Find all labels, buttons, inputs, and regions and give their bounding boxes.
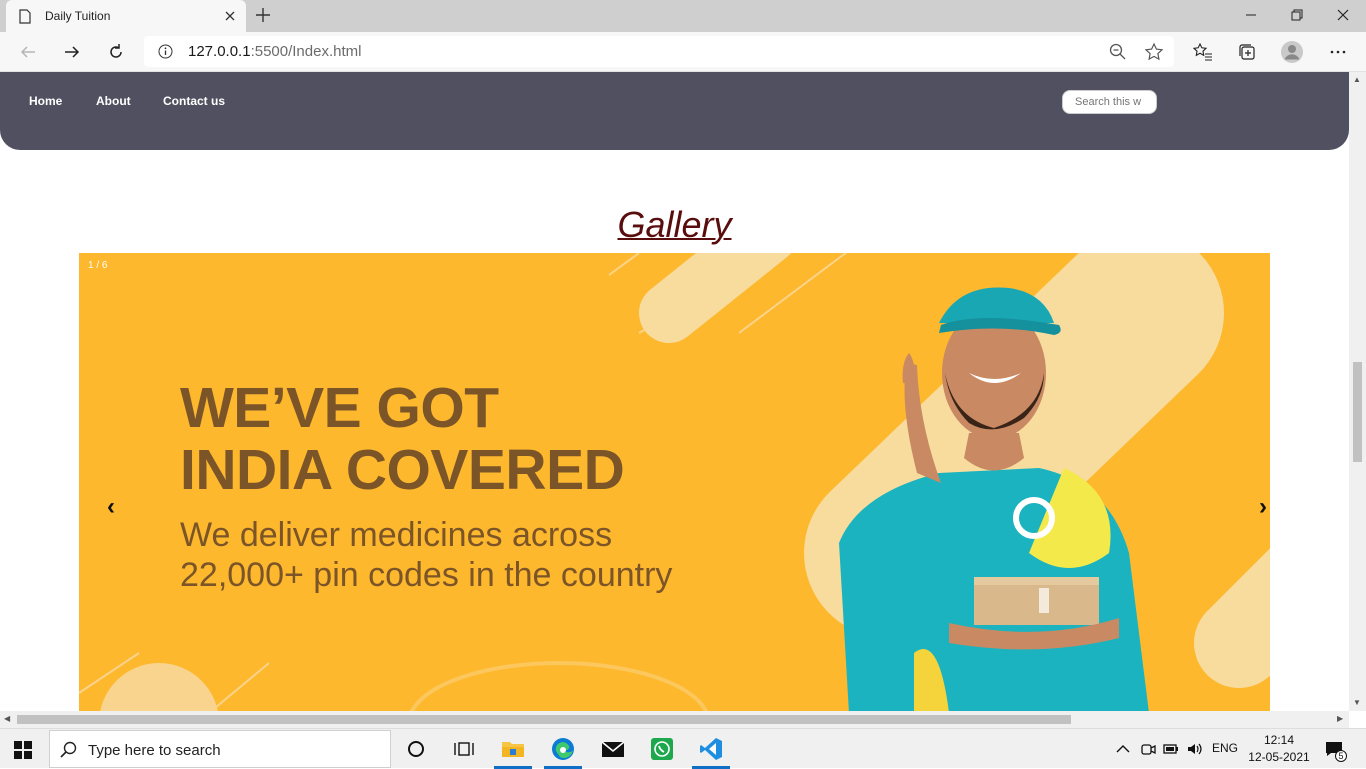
slide-next-button[interactable]: › [1259,493,1267,521]
taskbar-search-box[interactable]: Type here to search [49,730,391,768]
vertical-scrollbar[interactable]: ▲ ▼ [1349,72,1366,711]
whatsapp-icon[interactable] [648,735,676,763]
task-view-icon[interactable] [450,735,478,763]
favorite-star-icon[interactable] [1144,42,1164,62]
slide-prev-button[interactable]: ‹ [107,493,115,521]
vertical-scroll-thumb[interactable] [1353,362,1362,462]
new-tab-icon[interactable] [254,6,272,24]
horizontal-scroll-thumb[interactable] [17,715,1071,724]
slide-subtitle-line-1: We deliver medicines across [180,516,613,554]
horizontal-scrollbar[interactable]: ◀ ▶ [0,711,1349,728]
meet-icon[interactable] [1140,741,1156,757]
gallery-title: Gallery [617,204,732,245]
collections-icon[interactable] [1235,40,1259,64]
url-input[interactable]: 127.0.0.1:5500/Index.html [144,36,1174,67]
edge-icon[interactable] [549,735,577,763]
slide-headline-line-2: INDIA COVERED [180,438,625,502]
language-indicator[interactable]: ENG [1212,741,1238,755]
clock-time: 12:14 [1263,733,1295,747]
scroll-left-arrow[interactable]: ◀ [4,714,10,723]
tab-strip: Daily Tuition [0,0,1366,32]
windows-taskbar: Type here to search ENG 12:14 12-05-2021… [0,728,1366,769]
slide-headline-line-1: WE’VE GOT [180,376,499,440]
window-close-icon[interactable] [1320,0,1366,30]
mail-icon[interactable] [599,735,627,763]
clock-date: 12-05-2021 [1248,750,1310,764]
scroll-down-arrow[interactable]: ▼ [1353,698,1361,707]
scroll-right-arrow[interactable]: ▶ [1337,714,1343,723]
site-navbar: Home About Contact us [0,72,1349,150]
forward-icon[interactable] [61,41,83,63]
refresh-icon[interactable] [105,41,127,63]
gallery-slide: 1 / 6 WE’VE GOT INDIA COVERED We deliver… [79,253,1270,711]
profile-icon[interactable] [1280,40,1304,64]
notification-count-badge: 5 [1335,750,1347,762]
slide-counter: 1 / 6 [88,260,108,271]
vscode-icon[interactable] [697,735,725,763]
slide-subtitle-line-2: 22,000+ pin codes in the country [180,556,673,594]
taskbar-clock[interactable]: 12:14 12-05-2021 [1248,732,1310,766]
url-host: 127.0.0.1 [188,43,251,60]
slide-subtitle: We deliver medicines across 22,000+ pin … [180,515,672,595]
url-text: 127.0.0.1:5500/Index.html [188,43,361,60]
slide-headline: WE’VE GOT INDIA COVERED [180,376,625,502]
scroll-up-arrow[interactable]: ▲ [1353,75,1361,84]
zoom-icon[interactable] [1108,42,1128,62]
back-icon[interactable] [17,41,39,63]
tab-title: Daily Tuition [45,9,111,23]
file-explorer-icon[interactable] [499,735,527,763]
address-bar-row: 127.0.0.1:5500/Index.html [0,32,1366,72]
favorites-icon[interactable] [1191,40,1215,64]
minimize-icon[interactable] [1228,0,1274,30]
windows-start-icon[interactable] [14,741,32,759]
nav-about-link[interactable]: About [96,94,131,108]
battery-icon[interactable] [1163,741,1179,757]
restore-icon[interactable] [1274,0,1320,30]
document-icon [19,8,31,24]
site-search-input[interactable] [1062,90,1157,114]
search-icon [60,741,77,758]
nav-home-link[interactable]: Home [29,94,62,108]
volume-icon[interactable] [1187,741,1203,757]
info-icon[interactable] [158,44,173,59]
url-path: :5500/Index.html [250,43,362,60]
more-icon[interactable] [1326,40,1350,64]
browser-tab[interactable]: Daily Tuition [6,0,246,32]
close-icon[interactable] [222,8,238,24]
chevron-up-icon[interactable] [1115,741,1131,757]
nav-contact-link[interactable]: Contact us [163,94,225,108]
taskbar-search-placeholder: Type here to search [88,742,221,759]
cortana-icon[interactable] [402,735,430,763]
page-viewport: Home About Contact us Gallery [0,72,1349,711]
